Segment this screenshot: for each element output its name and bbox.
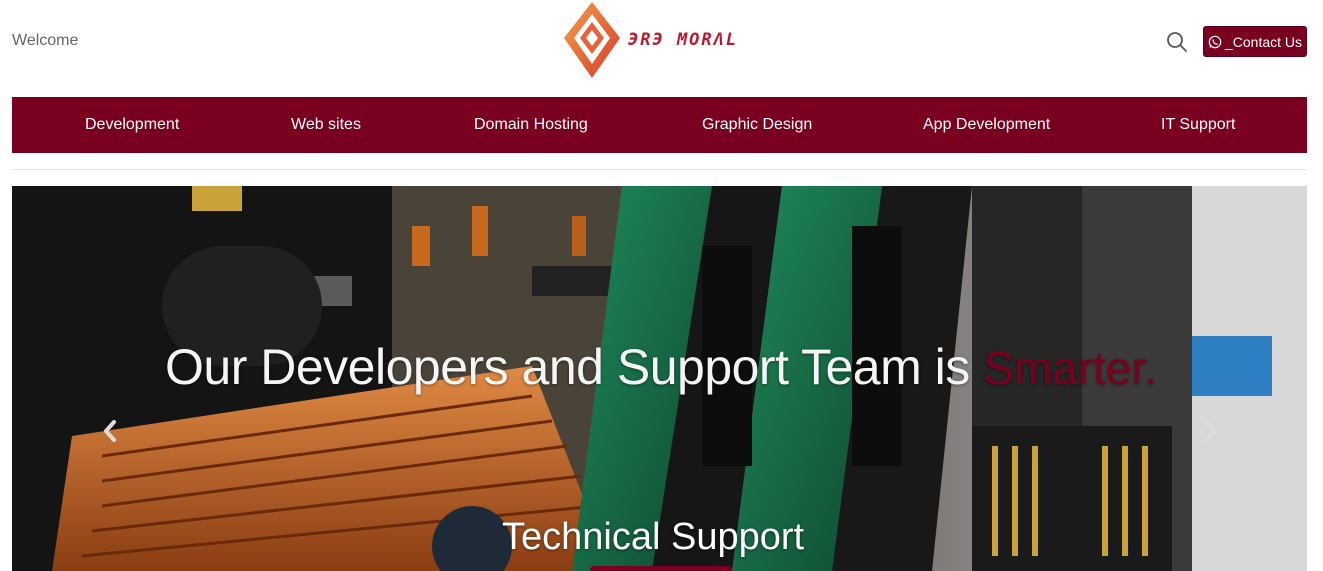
chevron-right-icon	[1204, 420, 1216, 442]
nav-item-web-sites[interactable]: Web sites	[291, 97, 361, 153]
main-navigation: Development Web sites Domain Hosting Gra…	[12, 97, 1307, 153]
nav-item-graphic-design[interactable]: Graphic Design	[702, 97, 812, 153]
hero-heading-text: Our Developers and Support Team is	[165, 339, 984, 395]
header-divider	[12, 169, 1307, 170]
site-logo[interactable]: ЭRЭ MORΛL	[562, 0, 772, 82]
search-icon[interactable]	[1166, 31, 1188, 53]
hero-cta-button[interactable]	[590, 566, 732, 571]
carousel-prev-button[interactable]	[98, 416, 122, 446]
whatsapp-icon	[1208, 35, 1222, 48]
hero-carousel: Our Developers and Support Team is Smart…	[12, 186, 1307, 571]
contact-us-button[interactable]: _Contact Us	[1203, 26, 1307, 57]
carousel-next-button[interactable]	[1198, 416, 1222, 446]
hero-heading-accent: Smarter.	[983, 342, 1157, 394]
contact-us-label: _Contact Us	[1224, 33, 1303, 50]
nav-item-domain-hosting[interactable]: Domain Hosting	[474, 97, 588, 153]
hero-heading: Our Developers and Support Team is Smart…	[165, 338, 1157, 396]
logo-text: ЭRЭ MORΛL	[628, 30, 739, 50]
welcome-text: Welcome	[12, 32, 79, 49]
chevron-left-icon	[104, 420, 116, 442]
nav-item-it-support[interactable]: IT Support	[1161, 97, 1235, 153]
nav-item-app-development[interactable]: App Development	[923, 97, 1050, 153]
nav-item-development[interactable]: Development	[85, 97, 179, 153]
hero-subtitle: Technical Support	[502, 516, 805, 558]
logo-diamond-icon	[564, 2, 620, 78]
